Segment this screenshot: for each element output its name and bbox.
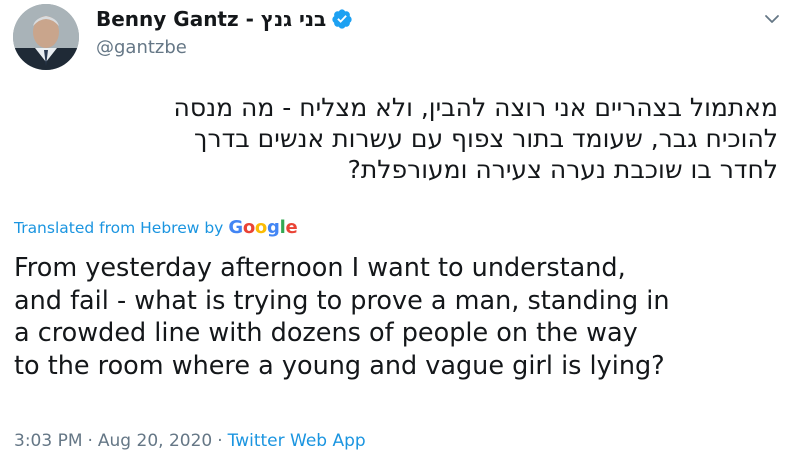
- tweet-date[interactable]: Aug 20, 2020: [98, 431, 212, 451]
- tweet-card: Benny Gantz - בני גנץ @gantzbe מאתמול בצ…: [0, 0, 793, 468]
- translation-attribution: Translated from Hebrew by Google: [14, 217, 298, 238]
- translation-line: and fail - what is trying to prove a man…: [14, 285, 670, 316]
- meta-separator: ·: [217, 431, 223, 451]
- tweet-text-original: מאתמול בצהריים אני רוצה להבין, ולא מצליח…: [12, 92, 778, 185]
- tweet-text-line: מאתמול בצהריים אני רוצה להבין, ולא מצליח…: [173, 93, 778, 122]
- author-block: Benny Gantz - בני גנץ @gantzbe: [96, 7, 353, 58]
- chevron-down-icon[interactable]: [762, 9, 782, 29]
- translation-line: to the room where a young and vague girl…: [14, 350, 665, 381]
- avatar[interactable]: [13, 4, 79, 70]
- tweet-text-translated: From yesterday afternoon I want to under…: [14, 252, 784, 382]
- tweet-text-line: לחדר בו שוכבת נערה צעירה ומעורפלת?: [347, 155, 778, 184]
- tweet-source-link[interactable]: Twitter Web App: [228, 431, 366, 451]
- translation-line: a crowded line with dozens of people on …: [14, 318, 638, 348]
- name-row: Benny Gantz - בני גנץ: [96, 7, 353, 31]
- google-logo[interactable]: Google: [228, 217, 297, 238]
- meta-separator: ·: [87, 431, 93, 451]
- verified-badge-icon: [332, 9, 352, 29]
- tweet-text-line: להוכיח גבר, שעומד בתור צפוף עם עשרות אנש…: [194, 124, 778, 153]
- handle[interactable]: @gantzbe: [96, 37, 353, 58]
- display-name[interactable]: Benny Gantz - בני גנץ: [96, 7, 326, 31]
- tweet-meta: 3:03 PM · Aug 20, 2020 · Twitter Web App: [14, 431, 366, 451]
- translation-line: From yesterday afternoon I want to under…: [14, 253, 626, 283]
- tweet-time[interactable]: 3:03 PM: [14, 431, 83, 451]
- translation-label: Translated from Hebrew by: [14, 218, 224, 237]
